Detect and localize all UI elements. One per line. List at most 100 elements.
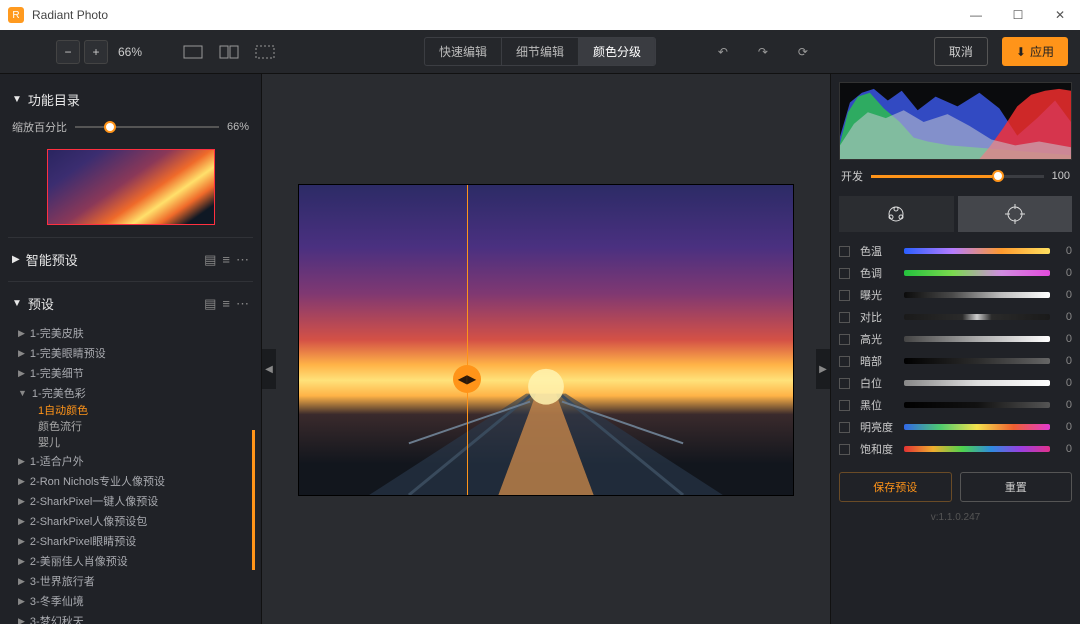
apply-button[interactable]: ⬇应用 xyxy=(1002,37,1068,66)
mode-tabs: 快速编辑 细节编辑 颜色分级 xyxy=(424,37,656,66)
control-row: 黑位0 xyxy=(839,394,1072,416)
control-label: 饱和度 xyxy=(860,441,904,457)
zoom-percentage: 66% xyxy=(118,45,142,59)
control-checkbox[interactable] xyxy=(839,334,850,345)
preset-item[interactable]: ▶1-适合户外 xyxy=(12,451,249,471)
section-functions[interactable]: ▼ 功能目录 xyxy=(8,84,253,115)
control-slider[interactable] xyxy=(904,248,1050,254)
preset-sub-color-pop[interactable]: 颜色流行 xyxy=(12,419,249,435)
control-value: 0 xyxy=(1058,289,1072,301)
tab-detail-edit[interactable]: 细节编辑 xyxy=(502,38,579,65)
view-single-icon[interactable] xyxy=(180,42,206,62)
view-compare-icon[interactable] xyxy=(252,42,278,62)
view-split-icon[interactable] xyxy=(216,42,242,62)
control-checkbox[interactable] xyxy=(839,422,850,433)
control-checkbox[interactable] xyxy=(839,400,850,411)
control-row: 曝光0 xyxy=(839,284,1072,306)
zoom-out-button[interactable]: − xyxy=(56,40,80,64)
save-preset-button[interactable]: 保存预设 xyxy=(839,472,952,502)
section-smart-presets[interactable]: ▶ 智能预设 ▤≡⋯ xyxy=(8,244,253,275)
preset-item[interactable]: ▶3-世界旅行者 xyxy=(12,571,249,591)
control-checkbox[interactable] xyxy=(839,268,850,279)
compare-divider[interactable] xyxy=(467,185,468,495)
control-checkbox[interactable] xyxy=(839,356,850,367)
control-slider[interactable] xyxy=(904,446,1050,452)
preset-item[interactable]: ▼1-完美色彩 xyxy=(12,383,249,403)
preset-item[interactable]: ▶2-SharkPixel一键人像预设 xyxy=(12,491,249,511)
control-row: 色调0 xyxy=(839,262,1072,284)
control-slider[interactable] xyxy=(904,270,1050,276)
app-title: Radiant Photo xyxy=(32,8,108,22)
control-slider[interactable] xyxy=(904,314,1050,320)
control-checkbox[interactable] xyxy=(839,444,850,455)
control-checkbox[interactable] xyxy=(839,246,850,257)
chevron-right-icon: ▶ xyxy=(12,254,20,265)
control-value: 0 xyxy=(1058,421,1072,433)
tool-target-button[interactable] xyxy=(958,196,1073,232)
control-slider[interactable] xyxy=(904,358,1050,364)
control-slider[interactable] xyxy=(904,424,1050,430)
control-label: 白位 xyxy=(860,375,904,391)
histogram[interactable] xyxy=(839,82,1072,160)
control-row: 饱和度0 xyxy=(839,438,1072,460)
chevron-down-icon: ▼ xyxy=(12,94,22,105)
tab-quick-edit[interactable]: 快速编辑 xyxy=(425,38,502,65)
list-view-icon[interactable]: ≡ xyxy=(222,252,230,268)
control-value: 0 xyxy=(1058,267,1072,279)
tool-adjust-button[interactable] xyxy=(839,196,954,232)
control-slider[interactable] xyxy=(904,402,1050,408)
more-icon[interactable]: ⋯ xyxy=(236,296,249,312)
preset-item[interactable]: ▶1-完美眼睛预设 xyxy=(12,343,249,363)
tab-color-grade[interactable]: 颜色分级 xyxy=(579,38,655,65)
preset-item[interactable]: ▶2-SharkPixel眼睛预设 xyxy=(12,531,249,551)
grid-view-icon[interactable]: ▤ xyxy=(204,296,216,312)
compare-handle-icon[interactable]: ◀▶ xyxy=(453,365,481,393)
reset-icon[interactable]: ⟳ xyxy=(790,42,816,62)
image-canvas[interactable]: ◀▶ xyxy=(298,184,794,496)
control-value: 0 xyxy=(1058,311,1072,323)
window-close-icon[interactable]: ✕ xyxy=(1048,8,1072,22)
preset-item[interactable]: ▶2-Ron Nichols专业人像预设 xyxy=(12,471,249,491)
reset-button[interactable]: 重置 xyxy=(960,472,1073,502)
preset-item[interactable]: ▶2-SharkPixel人像预设包 xyxy=(12,511,249,531)
zoom-slider[interactable] xyxy=(75,126,219,128)
control-row: 明亮度0 xyxy=(839,416,1072,438)
left-panel: ▼ 功能目录 缩放百分比 66% ▶ 智能预设 ▤≡⋯ ▼ 预设 ▤≡⋯ ▶1-… xyxy=(0,74,262,624)
section-presets[interactable]: ▼ 预设 ▤≡⋯ xyxy=(8,288,253,319)
control-slider[interactable] xyxy=(904,380,1050,386)
window-minimize-icon[interactable]: — xyxy=(964,8,988,22)
redo-icon[interactable]: ↷ xyxy=(750,42,776,62)
thumbnail-preview[interactable] xyxy=(47,149,215,225)
control-label: 暗部 xyxy=(860,353,904,369)
panel-collapse-right-icon[interactable]: ▶ xyxy=(816,349,830,389)
control-checkbox[interactable] xyxy=(839,290,850,301)
window-maximize-icon[interactable]: ☐ xyxy=(1006,8,1030,22)
adjustment-controls: 色温0色调0曝光0对比0高光0暗部0白位0黑位0明亮度0饱和度0 xyxy=(839,240,1072,460)
develop-slider[interactable] xyxy=(871,175,1044,178)
zoom-in-button[interactable]: + xyxy=(84,40,108,64)
grid-view-icon[interactable]: ▤ xyxy=(204,252,216,268)
preset-item[interactable]: ▶2-美丽佳人肖像预设 xyxy=(12,551,249,571)
preset-item[interactable]: ▶3-冬季仙境 xyxy=(12,591,249,611)
preset-sub-auto-color[interactable]: 1自动颜色 xyxy=(12,403,249,419)
zoom-slider-label: 缩放百分比 xyxy=(12,119,67,135)
preset-item[interactable]: ▶1-完美细节 xyxy=(12,363,249,383)
more-icon[interactable]: ⋯ xyxy=(236,252,249,268)
list-view-icon[interactable]: ≡ xyxy=(222,296,230,312)
panel-collapse-left-icon[interactable]: ◀ xyxy=(262,349,276,389)
control-value: 0 xyxy=(1058,333,1072,345)
undo-icon[interactable]: ↶ xyxy=(710,42,736,62)
control-checkbox[interactable] xyxy=(839,378,850,389)
control-row: 暗部0 xyxy=(839,350,1072,372)
preset-item[interactable]: ▶3-梦幻秋天 xyxy=(12,611,249,624)
preset-item[interactable]: ▶1-完美皮肤 xyxy=(12,323,249,343)
canvas-area: ◀ ◀▶ ▶ xyxy=(262,74,830,624)
cancel-button[interactable]: 取消 xyxy=(934,37,988,66)
control-checkbox[interactable] xyxy=(839,312,850,323)
control-slider[interactable] xyxy=(904,336,1050,342)
control-slider[interactable] xyxy=(904,292,1050,298)
control-row: 高光0 xyxy=(839,328,1072,350)
titlebar: R Radiant Photo — ☐ ✕ xyxy=(0,0,1080,30)
scrollbar-accent xyxy=(252,430,255,570)
preset-sub-baby[interactable]: 婴儿 xyxy=(12,435,249,451)
